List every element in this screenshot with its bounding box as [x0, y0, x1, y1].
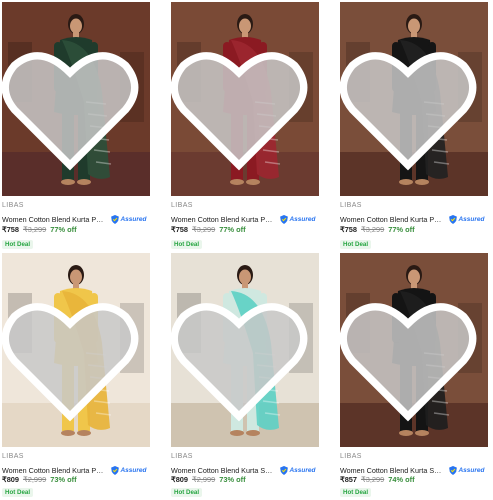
product-image[interactable] — [2, 253, 150, 447]
assured-label: Assured — [458, 467, 485, 475]
assured-label: Assured — [120, 467, 147, 475]
assured-label: Assured — [120, 216, 147, 224]
product-price: ₹758 — [2, 225, 20, 234]
product-image[interactable] — [340, 253, 488, 447]
product-title[interactable]: Women Cotton Blend Kurta Pant ... — [340, 215, 443, 224]
product-price: ₹758 — [340, 225, 358, 234]
product-title[interactable]: Women Cotton Blend Kurta Pant ... — [171, 215, 274, 224]
product-mrp: ₹3,299 — [361, 475, 385, 484]
product-mrp: ₹3,299 — [23, 225, 47, 234]
assured-shield-icon — [449, 215, 458, 225]
product-title[interactable]: Women Cotton Blend Kurta Salw... — [340, 466, 443, 475]
heart-icon[interactable] — [340, 9, 482, 196]
product-mrp: ₹2,999 — [23, 475, 47, 484]
product-title[interactable]: Women Cotton Blend Kurta Pala... — [2, 466, 105, 475]
product-card[interactable]: LIBAS Women Cotton Blend Kurta Salw... A… — [340, 253, 488, 498]
heart-icon[interactable] — [171, 9, 313, 196]
product-mrp: ₹3,299 — [361, 225, 385, 234]
assured-badge: Assured — [449, 215, 485, 225]
assured-label: Assured — [458, 216, 485, 224]
assured-badge: Assured — [280, 215, 316, 225]
heart-icon[interactable] — [171, 260, 313, 447]
product-discount: 77% off — [388, 225, 415, 234]
product-price: ₹809 — [171, 475, 189, 484]
product-card[interactable]: LIBAS Women Cotton Blend Kurta Salw... A… — [171, 253, 319, 498]
product-price: ₹809 — [2, 475, 20, 484]
product-title[interactable]: Women Cotton Blend Kurta Pant ... — [2, 215, 105, 224]
product-brand: LIBAS — [340, 202, 362, 209]
product-image[interactable] — [171, 253, 319, 447]
product-card[interactable]: LIBAS Women Cotton Blend Kurta Pant ... … — [2, 2, 150, 249]
hot-deal-badge: Hot Deal — [340, 488, 372, 497]
product-card[interactable]: LIBAS Women Cotton Blend Kurta Pant ... … — [340, 2, 488, 249]
hot-deal-badge: Hot Deal — [340, 240, 372, 249]
product-image[interactable] — [2, 2, 150, 196]
hot-deal-badge: Hot Deal — [171, 240, 203, 249]
assured-label: Assured — [289, 216, 316, 224]
heart-icon[interactable] — [2, 260, 144, 447]
assured-shield-icon — [111, 466, 120, 476]
product-image[interactable] — [340, 2, 488, 196]
product-price: ₹758 — [171, 225, 189, 234]
assured-shield-icon — [280, 215, 289, 225]
product-discount: 73% off — [219, 475, 246, 484]
product-image[interactable] — [171, 2, 319, 196]
product-discount: 74% off — [388, 475, 415, 484]
product-card[interactable]: LIBAS Women Cotton Blend Kurta Pala... A… — [2, 253, 150, 498]
product-brand: LIBAS — [2, 202, 24, 209]
product-brand: LIBAS — [2, 453, 24, 460]
product-discount: 77% off — [219, 225, 246, 234]
hot-deal-badge: Hot Deal — [2, 240, 34, 249]
product-brand: LIBAS — [171, 202, 193, 209]
product-title[interactable]: Women Cotton Blend Kurta Salw... — [171, 466, 274, 475]
product-price: ₹857 — [340, 475, 358, 484]
hot-deal-badge: Hot Deal — [2, 488, 34, 497]
product-brand: LIBAS — [171, 453, 193, 460]
assured-shield-icon — [111, 215, 120, 225]
product-discount: 73% off — [50, 475, 77, 484]
assured-shield-icon — [280, 466, 289, 476]
product-grid: LIBAS Women Cotton Blend Kurta Pant ... … — [0, 0, 493, 500]
heart-icon[interactable] — [2, 9, 144, 196]
assured-label: Assured — [289, 467, 316, 475]
assured-shield-icon — [449, 466, 458, 476]
product-mrp: ₹3,299 — [192, 225, 216, 234]
heart-icon[interactable] — [340, 260, 482, 447]
assured-badge: Assured — [111, 466, 147, 476]
product-mrp: ₹2,999 — [192, 475, 216, 484]
hot-deal-badge: Hot Deal — [171, 488, 203, 497]
assured-badge: Assured — [449, 466, 485, 476]
product-discount: 77% off — [50, 225, 77, 234]
assured-badge: Assured — [111, 215, 147, 225]
assured-badge: Assured — [280, 466, 316, 476]
product-card[interactable]: LIBAS Women Cotton Blend Kurta Pant ... … — [171, 2, 319, 249]
product-brand: LIBAS — [340, 453, 362, 460]
